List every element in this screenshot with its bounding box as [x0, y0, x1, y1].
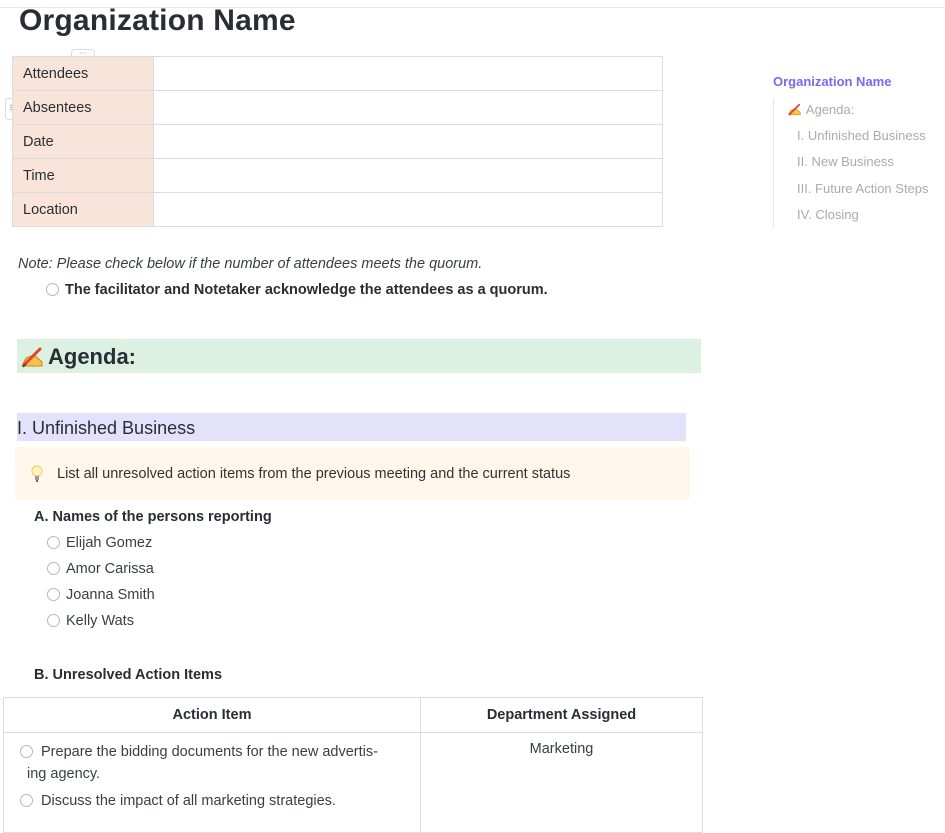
unfinished-business-heading: I. Unfinished Business: [17, 418, 196, 438]
quorum-checkbox[interactable]: [46, 282, 59, 296]
quorum-checkbox-item: The facilitator and Notetaker acknowledg…: [46, 282, 548, 298]
table-row: Attendees: [12, 56, 663, 91]
lightbulb-icon: [31, 465, 43, 488]
location-label: Location: [12, 192, 154, 227]
agenda-heading-banner: Agenda:: [17, 339, 701, 373]
agenda-heading: Agenda:: [48, 344, 136, 369]
table-row: Date: [12, 124, 663, 159]
action-item-cell[interactable]: Prepare the bidding documents for the ne…: [3, 732, 421, 833]
person-checkbox[interactable]: [47, 561, 60, 575]
toc-item-new-business[interactable]: II. New Business: [797, 154, 894, 169]
action-item: Discuss the impact of all marketing stra…: [5, 790, 419, 812]
action-item-text: Discuss the impact of all marketing stra…: [41, 793, 336, 809]
date-value[interactable]: [153, 124, 663, 159]
page-title: Organization Name: [19, 4, 296, 37]
quorum-note: Note: Please check below if the number o…: [18, 256, 483, 272]
column-header-action-item: Action Item: [3, 697, 421, 733]
action-item-text-line1: Prepare the bidding documents for the ne…: [41, 744, 378, 760]
section-a-heading: A. Names of the persons reporting: [34, 509, 272, 525]
callout-text: List all unresolved action items from th…: [57, 466, 571, 482]
action-item-text-line2: ing agency.: [27, 766, 101, 782]
action-items-table: Action Item Department Assigned Prepare …: [3, 697, 703, 833]
department-cell[interactable]: Marketing: [420, 732, 703, 833]
toc-list: Agenda: I. Unfinished Business II. New B…: [773, 98, 944, 228]
unfinished-business-heading-banner: I. Unfinished Business: [17, 413, 686, 441]
person-name: Amor Carissa: [66, 561, 154, 577]
attendees-label: Attendees: [12, 56, 154, 91]
list-item: Joanna Smith: [47, 587, 155, 603]
toc-title[interactable]: Organization Name: [773, 74, 891, 89]
toc-item-label: Agenda:: [805, 102, 855, 117]
table-row: Time: [12, 158, 663, 193]
person-checkbox[interactable]: [47, 535, 60, 549]
date-label: Date: [12, 124, 154, 159]
toc-item-closing[interactable]: IV. Closing: [797, 207, 859, 222]
action-item-checkbox[interactable]: [20, 745, 33, 758]
writing-hand-icon: [787, 102, 806, 117]
time-value[interactable]: [153, 158, 663, 193]
toc-item-future-action-steps[interactable]: III. Future Action Steps: [797, 181, 929, 196]
callout-box: List all unresolved action items from th…: [15, 447, 690, 500]
table-row: Prepare the bidding documents for the ne…: [3, 732, 703, 833]
time-label: Time: [12, 158, 154, 193]
section-b-heading: B. Unresolved Action Items: [34, 667, 223, 683]
writing-hand-icon: [20, 346, 46, 373]
list-item: Elijah Gomez: [47, 535, 152, 551]
table-header-row: Action Item Department Assigned: [3, 697, 703, 733]
list-item: Amor Carissa: [47, 561, 154, 577]
absentees-label: Absentees: [12, 90, 154, 125]
person-checkbox[interactable]: [47, 613, 60, 627]
attendees-value[interactable]: [153, 56, 663, 91]
list-item: Kelly Wats: [47, 613, 134, 629]
table-row: Absentees: [12, 90, 663, 125]
table-of-contents: Organization Name Agenda: I. Unfinished …: [773, 74, 929, 228]
table-row: Location: [12, 192, 663, 227]
person-name: Kelly Wats: [66, 613, 134, 629]
person-name: Elijah Gomez: [66, 535, 153, 551]
action-item-checkbox[interactable]: [20, 794, 33, 807]
toc-item-agenda[interactable]: Agenda:: [787, 102, 854, 117]
action-item: Prepare the bidding documents for the ne…: [5, 741, 419, 785]
person-checkbox[interactable]: [47, 587, 60, 601]
toc-item-unfinished-business[interactable]: I. Unfinished Business: [797, 128, 926, 143]
person-name: Joanna Smith: [66, 587, 155, 603]
absentees-value[interactable]: [153, 90, 663, 125]
meeting-info-table: Attendees Absentees Date Time Location: [12, 56, 663, 227]
column-header-department: Department Assigned: [420, 697, 703, 733]
quorum-checkbox-label: The facilitator and Notetaker acknowledg…: [65, 282, 548, 298]
location-value[interactable]: [153, 192, 663, 227]
